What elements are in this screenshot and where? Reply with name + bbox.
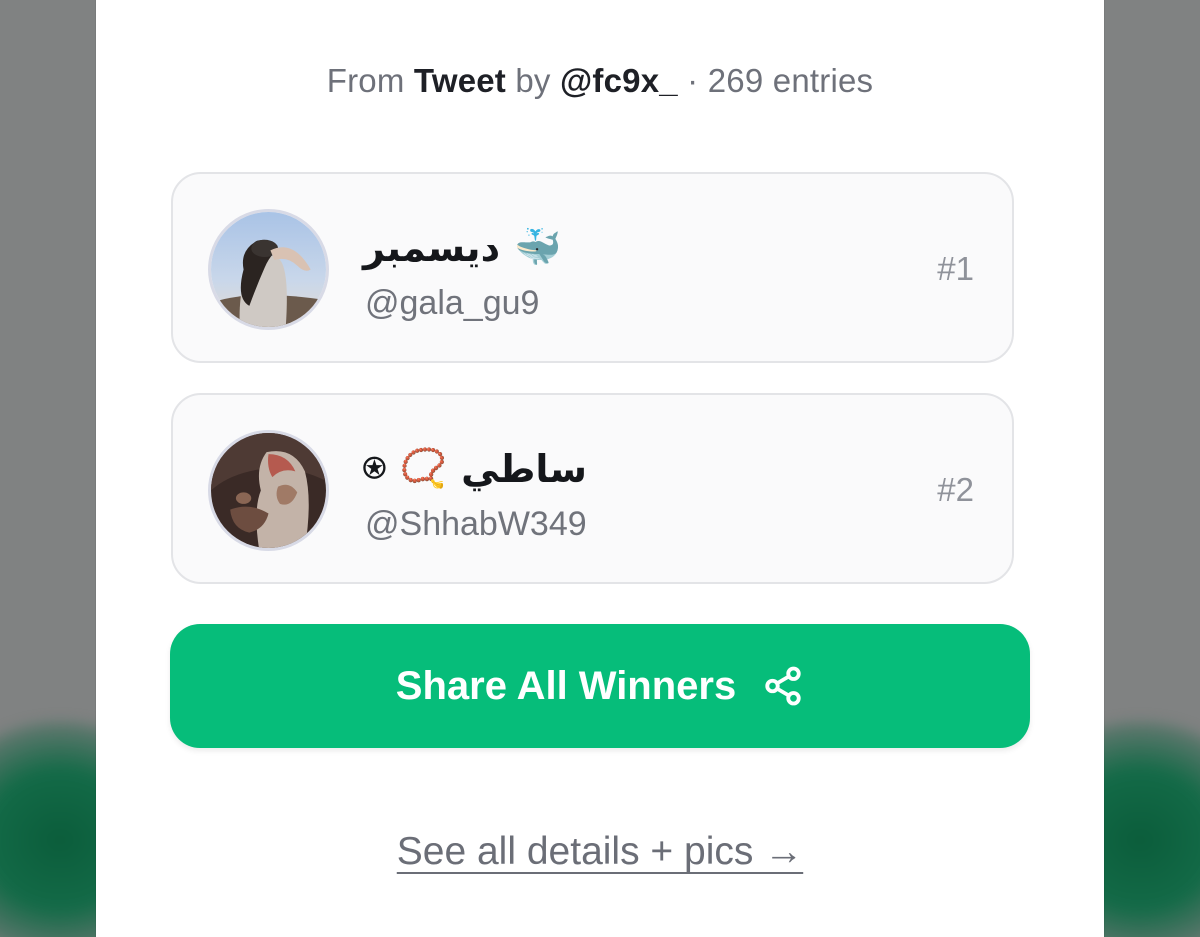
source-prefix: From [326,62,405,99]
winner-display-name: ديسمبر [363,227,501,270]
source-by-label: by [515,62,551,99]
source-separator: · [687,62,699,99]
see-all-details-link[interactable]: See all details + pics → [96,830,1104,874]
winner-display-name: ساطي [461,448,588,491]
winner-name-row: ⍟ 📿 ساطي [363,445,587,493]
winner-card-2[interactable]: ⍟ 📿 ساطي @ShhabW349 #2 [171,393,1014,584]
avatar [208,209,329,330]
whale-emoji-icon: 🐳 [514,227,562,269]
winner-card-1[interactable]: ديسمبر 🐳 @gala_gu9 #1 [171,172,1014,363]
share-button-label: Share All Winners [395,663,737,708]
share-icon [765,666,801,706]
results-card: From Tweet by @fc9x_ · 269 entries ديسمب… [96,0,1104,937]
avatar [208,430,329,551]
share-all-winners-button[interactable]: Share All Winners [170,624,1030,748]
entry-count: 269 entries [707,62,874,99]
winner-handle[interactable]: @gala_gu9 [365,284,539,323]
source-author: @fc9x_ [560,62,678,99]
winner-handle[interactable]: @ShhabW349 [365,505,587,544]
winner-rank: #2 [937,471,974,508]
source-platform: Tweet [413,62,506,99]
winner-name-row: ديسمبر 🐳 [363,224,561,272]
source-line: From Tweet by @fc9x_ · 269 entries [96,62,1104,100]
avatar-image-1 [211,212,326,327]
winner-badge-icon: ⍟ [363,447,386,490]
prayer-beads-emoji-icon: 📿 [399,448,448,490]
avatar-image-2 [211,433,326,548]
winner-rank: #1 [937,250,974,287]
